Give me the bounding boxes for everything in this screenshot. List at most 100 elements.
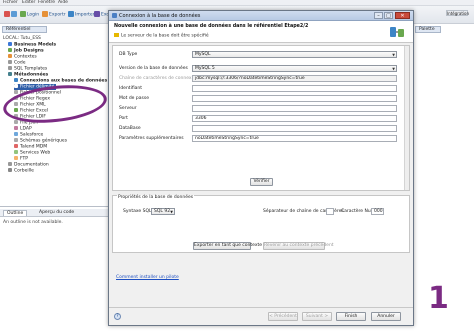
params-field[interactable]: noDatetimeStringSync=true: [192, 135, 397, 142]
toolbar-export-button[interactable]: Exportr: [42, 11, 66, 18]
tab-outline[interactable]: Outline: [3, 210, 28, 216]
tab-palette[interactable]: Palette: [415, 26, 441, 33]
conn-string-row: Chaîne de caractères de connexion jdbc:m…: [119, 75, 397, 82]
check-button[interactable]: Vérifier: [250, 178, 273, 186]
database-label: DataBase: [119, 126, 141, 131]
menu-item[interactable]: Fichier: [3, 0, 18, 5]
connection-form: DB Type MySQL ▼ Version de la base de don…: [112, 45, 410, 191]
server-row: Serveur: [119, 105, 397, 112]
close-button[interactable]: ✕: [395, 12, 410, 19]
password-field[interactable]: [192, 95, 397, 102]
db-connection-dialog: Connexion à la base de données – □ ✕ Nou…: [108, 10, 414, 326]
null-char-field[interactable]: 000: [371, 208, 384, 215]
menu-item[interactable]: Aide: [58, 0, 68, 5]
toolbar-import-button[interactable]: Importer: [68, 11, 95, 18]
ftp-icon: [14, 156, 18, 160]
db-properties-legend: Propriétés de la base de données: [117, 195, 195, 200]
db-version-row: Version de la base de données MySQL 5 ▼: [119, 65, 397, 72]
conn-string-label: Chaîne de caractères de connexion: [119, 76, 199, 81]
db-type-label: DB Type: [119, 52, 138, 57]
database-row: DataBase: [119, 125, 397, 132]
outline-message: An outline is not available.: [3, 220, 63, 225]
dialog-footer: ? < Précédent Suivant > Finish Annuler: [109, 307, 413, 325]
tree-item-code[interactable]: Code: [8, 60, 26, 66]
folder-icon: [8, 42, 12, 46]
ldap-icon: [14, 126, 18, 130]
tree-item-ftp[interactable]: FTP: [14, 156, 28, 162]
tab-repository[interactable]: Référentiel: [2, 26, 47, 33]
toolbar-icon-group[interactable]: [4, 11, 18, 18]
tree-item-talend-mdm[interactable]: Talend MDM: [14, 144, 47, 150]
db-type-select[interactable]: MySQL ▼: [192, 51, 397, 58]
tree-item-sql-templates[interactable]: SQL Templates: [8, 66, 47, 72]
file-icon: [14, 84, 18, 88]
db-version-select[interactable]: MySQL 5 ▼: [192, 65, 397, 72]
tree-item-db-connections[interactable]: Connexions aux bases de données: [14, 78, 107, 84]
tree-item-recycle-bin[interactable]: Corbeille: [8, 168, 34, 174]
help-icon[interactable]: ?: [114, 313, 121, 320]
port-row: Port 3306: [119, 115, 397, 122]
tree-item-business-models[interactable]: Business Models: [8, 42, 56, 48]
form-scrollbar[interactable]: [404, 46, 409, 190]
menu-item[interactable]: Editer: [22, 0, 35, 5]
folder-icon: [8, 162, 12, 166]
server-field[interactable]: [192, 105, 397, 112]
cancel-button[interactable]: Annuler: [371, 312, 401, 321]
chevron-down-icon: ▼: [170, 210, 173, 214]
export-context-button[interactable]: Exporter en tant que contexte: [193, 242, 262, 250]
folder-icon: [8, 54, 12, 58]
step-title: Nouvelle connexion à une base de données…: [114, 24, 309, 29]
perspective-button[interactable]: Intégration: [446, 10, 469, 16]
mdm-icon: [14, 144, 18, 148]
params-row: Paramètres supplémentaires noDatetimeStr…: [119, 135, 397, 142]
database-field[interactable]: [192, 125, 397, 132]
login-icon: [20, 11, 26, 17]
login-field[interactable]: [192, 85, 397, 92]
stop-icon: [4, 11, 10, 17]
server-label: Serveur: [119, 106, 137, 111]
repository-panel: Référentiel LOCAL: Tutu_ESS Business Mod…: [0, 24, 111, 204]
install-driver-link[interactable]: Comment installer un pilote: [116, 275, 179, 280]
database-icon: [14, 78, 18, 82]
tab-code-preview[interactable]: Aperçu du code: [36, 210, 77, 216]
login-label: Identifiant: [119, 86, 143, 91]
string-quote-field[interactable]: [326, 208, 334, 215]
repository-path: LOCAL: Tutu_ESS: [3, 36, 41, 41]
conn-string-field[interactable]: jdbc:mysql://:3306/?noDatetimeStringSync…: [192, 75, 397, 82]
trash-icon: [8, 168, 12, 172]
file-icon: [14, 90, 18, 94]
palette-panel: Palette: [412, 24, 474, 204]
tree-item-generic-schemas[interactable]: Schémas génériques: [14, 138, 67, 144]
toolbar-login-button[interactable]: Login: [20, 11, 39, 18]
outline-panel: Outline Aperçu du code An outline is not…: [0, 206, 111, 335]
minimize-button[interactable]: –: [374, 12, 383, 19]
tree-item-documentation[interactable]: Documentation: [8, 162, 49, 168]
menu-item[interactable]: Fenêtre: [38, 0, 55, 5]
folder-icon: [8, 60, 12, 64]
maximize-button[interactable]: □: [384, 12, 393, 19]
revert-context-button[interactable]: Revenir au contexte précédent: [263, 242, 334, 250]
null-char-label: Caractère Null: [341, 209, 374, 214]
tree-item-web-services[interactable]: Services Web: [14, 150, 50, 156]
next-button[interactable]: Suivant >: [302, 312, 332, 321]
chevron-down-icon: ▼: [392, 67, 395, 71]
sql-syntax-select[interactable]: SQL 92 ▼: [151, 208, 175, 215]
tree-item-contexts[interactable]: Contextes: [8, 54, 37, 60]
login-row: Identifiant: [119, 85, 397, 92]
import-icon: [68, 11, 74, 17]
window-icon: [11, 11, 17, 17]
chevron-down-icon: ▼: [392, 53, 395, 57]
db-properties-group: Propriétés de la base de données Syntaxe…: [112, 195, 410, 253]
tree-item-metadata[interactable]: Métadonnées: [8, 72, 48, 78]
finish-button[interactable]: Finish: [336, 312, 366, 321]
tree-item-salesforce[interactable]: Salesforce: [14, 132, 43, 138]
folder-icon: [8, 66, 12, 70]
back-button[interactable]: < Précédent: [268, 312, 298, 321]
dialog-titlebar[interactable]: Connexion à la base de données – □ ✕: [109, 11, 413, 21]
port-field[interactable]: 3306: [192, 115, 397, 122]
tree-item-ldap[interactable]: LDAP: [14, 126, 32, 132]
folder-icon: [8, 48, 12, 52]
web-service-icon: [14, 150, 18, 154]
tree-item-job-designs[interactable]: Job Designs: [8, 48, 44, 54]
info-message-text: Le serveur de la base doit être spécifié: [121, 33, 209, 39]
